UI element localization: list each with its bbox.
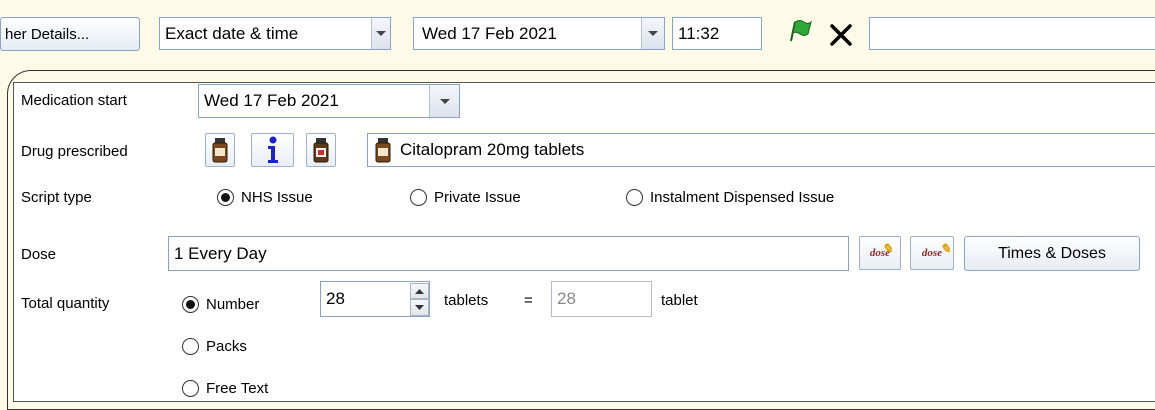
info-icon [267,136,278,163]
medication-start-value: Wed 17 Feb 2021 [204,91,339,110]
close-icon[interactable] [826,20,856,50]
drug-prescribed-label: Drug prescribed [21,143,128,160]
dose-calculator-button[interactable]: dose ✎ [859,236,901,270]
chevron-down-icon[interactable] [371,18,390,49]
dose-edit-button[interactable]: dose ✎ [910,236,954,270]
medication-start-select[interactable]: Wed 17 Feb 2021 [198,84,460,118]
script-type-private-radio[interactable] [410,189,427,206]
converted-quantity-value: 28 [557,289,576,308]
script-type-instalment-label: Instalment Dispensed Issue [650,189,835,206]
equals-sign: = [524,292,533,309]
bottle-icon [212,138,228,163]
bottle-icon [375,138,391,163]
stepper-up-icon[interactable] [410,283,429,299]
script-type-label: Script type [21,189,92,206]
quantity-unit-label: tablets [444,292,489,309]
dose-edit-icon: dose ✎ [921,241,951,259]
time-input[interactable]: 11:32 [672,17,762,50]
script-type-nhs-radio[interactable] [217,189,234,206]
script-type-instalment-radio[interactable] [626,189,643,206]
quantity-packs-radio[interactable] [182,338,199,355]
medication-start-label: Medication start [21,92,127,109]
dose-input[interactable]: 1 Every Day [168,236,849,271]
chevron-down-icon[interactable] [429,85,459,117]
quantity-number-label: Number [206,296,260,313]
free-text-input[interactable] [869,17,1155,50]
drug-info-button[interactable] [251,133,294,167]
drug-bottle-button[interactable] [205,133,235,167]
date-select[interactable]: Wed 17 Feb 2021 [413,17,665,50]
stepper-down-icon[interactable] [410,299,429,316]
converted-quantity-field: 28 [551,281,652,317]
script-type-nhs-label: NHS Issue [241,189,313,206]
time-value: 11:32 [678,23,720,43]
date-value: Wed 17 Feb 2021 [422,23,557,43]
other-details-label: her Details... [5,25,90,43]
quantity-number-radio[interactable] [182,296,199,313]
drug-prescribe-button[interactable] [306,133,336,167]
dose-calculator-icon: dose ✎ [869,241,893,259]
drug-name-value: Citalopram 20mg tablets [400,140,585,159]
drug-name-field[interactable]: Citalopram 20mg tablets [367,133,1155,167]
converted-unit-label: tablet [661,292,698,309]
times-doses-label: Times & Doses [998,244,1106,262]
dose-label: Dose [21,246,57,263]
times-doses-button[interactable]: Times & Doses [964,236,1140,271]
chevron-down-icon[interactable] [641,18,664,49]
quantity-packs-label: Packs [206,338,247,355]
date-mode-value: Exact date & time [165,23,299,43]
bottle-red-label-icon [313,138,329,163]
flag-icon[interactable] [786,19,812,47]
quantity-free-text-label: Free Text [206,380,269,397]
total-quantity-label: Total quantity [21,295,110,312]
date-mode-select[interactable]: Exact date & time [159,17,391,50]
dose-value: 1 Every Day [174,243,267,263]
other-details-button[interactable]: her Details... [0,17,140,51]
quantity-free-text-radio[interactable] [182,380,199,397]
script-type-private-label: Private Issue [434,189,521,206]
quantity-number-value: 28 [326,289,345,308]
